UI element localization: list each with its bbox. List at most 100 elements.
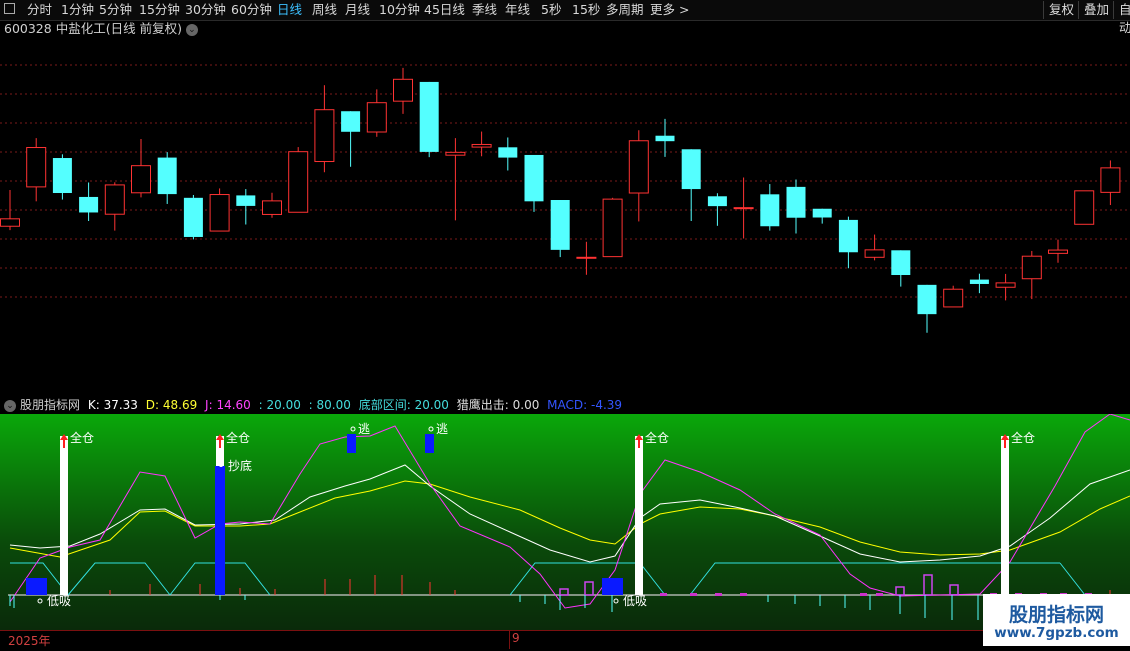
bottom-zone-value: 底部区间: 20.00 (358, 398, 449, 412)
candle-body (366, 102, 387, 133)
candle-body (157, 157, 177, 195)
candlestick-chart[interactable] (0, 38, 1130, 396)
watermark-url: www.7gpzb.com (994, 625, 1119, 641)
period-tab[interactable]: 周线 (312, 2, 337, 18)
period-tab[interactable]: 15分钟 (139, 2, 180, 18)
candle-body (0, 218, 20, 227)
candle-body (183, 197, 203, 237)
candle-body (341, 111, 361, 132)
candle-body (262, 200, 282, 215)
period-tab[interactable]: 5秒 (541, 2, 561, 18)
watermark-title: 股朋指标网 (1008, 604, 1104, 626)
candle-body (524, 154, 544, 202)
indicator-chart[interactable]: 全仓 全仓 全仓 全仓抄底 逃 逃低吸 低吸 (0, 414, 1130, 630)
eagle-value: 猎鹰出击: 0.00 (456, 398, 540, 412)
full-position-bar (635, 436, 643, 595)
period-tab[interactable]: 1分钟 (61, 2, 94, 18)
candle-body (681, 149, 701, 190)
period-tab[interactable]: 30分钟 (185, 2, 226, 18)
stock-code: 600328 (4, 21, 52, 36)
period-tab[interactable]: 季线 (472, 2, 497, 18)
candle-body (209, 194, 230, 232)
signal-dot (219, 463, 223, 467)
period-toolbar: 分时 1分钟 5分钟 15分钟 30分钟 60分钟 日线 周线 月线 10分钟 45日线 季线 年线 5秒… (0, 0, 1130, 35)
period-tab[interactable]: 月线 (345, 2, 370, 18)
watermark: 股朋指标网 www.7gpzb.com (983, 594, 1130, 646)
candle-body (1048, 249, 1068, 254)
candle-body (891, 250, 911, 276)
escape-label: 逃 (358, 422, 370, 436)
candle-body (943, 288, 964, 308)
level-80: : 80.00 (308, 398, 351, 412)
candle-body (26, 147, 47, 188)
candle-body (733, 207, 754, 210)
time-axis: 2025年 9 (0, 630, 1130, 651)
period-tab[interactable]: 多周期 (606, 2, 644, 18)
full-position-label: 全仓 (1011, 430, 1035, 445)
candle-body (498, 147, 518, 158)
candle-body (419, 81, 439, 152)
level-20: : 20.00 (258, 398, 301, 412)
auto-button[interactable]: 自动 (1113, 1, 1130, 35)
period-tab[interactable]: 更多 > (650, 2, 689, 18)
candle-body (969, 279, 989, 284)
month-label: 9 (509, 631, 520, 649)
full-position-bar (60, 436, 68, 595)
chart-mode: (日线 前复权) (105, 21, 182, 36)
candle-body (995, 282, 1016, 288)
macd-value: MACD: -4.39 (547, 398, 623, 412)
candle-body (471, 143, 492, 148)
j-value: J: 14.60 (205, 398, 251, 412)
candle-body (1021, 255, 1042, 280)
period-tab[interactable]: 5分钟 (99, 2, 132, 18)
candle-body (131, 165, 151, 194)
candle-body (104, 184, 125, 215)
candle-body (79, 196, 99, 213)
candle-body (602, 198, 623, 258)
chevron-down-icon[interactable]: ⌄ (185, 23, 198, 36)
full-position-bar (1001, 436, 1009, 595)
period-tab[interactable]: 日线 (277, 2, 302, 18)
candle-body (288, 151, 309, 213)
candle-body (760, 194, 780, 227)
eagle-mark (715, 593, 722, 596)
indicator-name: 股朋指标网 (20, 398, 81, 412)
escape-bar (347, 434, 356, 453)
candle-body (576, 256, 597, 259)
low-buy-block (602, 578, 623, 595)
candle-body (917, 284, 937, 315)
bottom-fishing-label: 抄底 (228, 458, 252, 473)
restore-rights-button[interactable]: 复权 (1043, 1, 1079, 19)
candle-body (812, 208, 832, 218)
period-tab[interactable]: 年线 (505, 2, 530, 18)
eagle-mark (740, 593, 747, 596)
k-value: K: 37.33 (87, 398, 138, 412)
bottom-fishing-bar (215, 466, 225, 595)
candle-body (655, 135, 675, 142)
period-tab[interactable]: 15秒 (572, 2, 600, 18)
candle-body (838, 219, 858, 253)
candle-body (314, 109, 335, 163)
eagle-mark (876, 593, 883, 596)
candle-body (445, 151, 466, 156)
candle-body (550, 200, 570, 250)
eagle-mark (860, 593, 867, 596)
candle-body (1074, 190, 1095, 225)
candle-body (864, 249, 885, 258)
period-tab[interactable]: 45日线 (424, 2, 465, 18)
period-tab[interactable]: 分时 (27, 2, 52, 18)
toolbar-menu-icon[interactable] (4, 3, 15, 14)
overlay-button[interactable]: 叠加 (1078, 1, 1114, 19)
eagle-mark (660, 593, 667, 596)
stock-name: 中盐化工 (55, 21, 106, 36)
period-tab[interactable]: 60分钟 (231, 2, 272, 18)
candle-body (236, 195, 256, 206)
chevron-down-icon[interactable]: ⌄ (4, 399, 16, 412)
escape-bar (425, 434, 434, 453)
indicator-background (0, 414, 1130, 630)
d-value: D: 48.69 (145, 398, 198, 412)
period-tab[interactable]: 10分钟 (379, 2, 420, 18)
candle-body (52, 158, 72, 194)
indicator-header: ⌄ 股朋指标网 K: 37.33 D: 48.69 J: 14.60 : 20.0… (0, 396, 1130, 414)
full-position-label: 全仓 (645, 430, 669, 445)
